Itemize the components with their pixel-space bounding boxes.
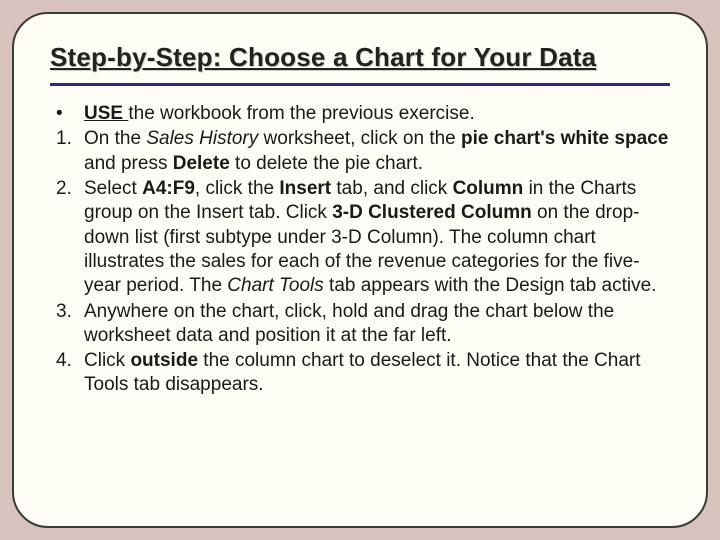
bullet-marker: • [50, 102, 84, 126]
step-fragment: Delete [173, 153, 230, 174]
step-text: On the Sales History worksheet, click on… [84, 127, 670, 176]
step-fragment: A4:F9 [142, 178, 195, 199]
step-text: Click outside the column chart to desele… [84, 349, 670, 398]
step-fragment: Select [84, 178, 142, 199]
step-fragment: tab, and click [331, 178, 452, 199]
bullet-text: USE the workbook from the previous exerc… [84, 102, 670, 126]
step-marker: 1. [50, 127, 84, 151]
numbered-steps: 1.On the Sales History worksheet, click … [50, 127, 670, 397]
step-fragment: tab appears with the Design tab active. [324, 275, 657, 296]
bullet-bold: USE [84, 103, 128, 124]
bullet-rest: the workbook from the previous exercise. [128, 103, 474, 124]
step-item: 3.Anywhere on the chart, click, hold and… [50, 300, 670, 349]
slide-card: Step-by-Step: Choose a Chart for Your Da… [12, 12, 708, 528]
step-fragment: worksheet, click on the [258, 128, 461, 149]
slide-body: • USE the workbook from the previous exe… [50, 102, 670, 398]
step-fragment: , click the [195, 178, 279, 199]
step-fragment: to delete the pie chart. [230, 153, 423, 174]
step-item: 4.Click outside the column chart to dese… [50, 349, 670, 398]
slide-title: Step-by-Step: Choose a Chart for Your Da… [50, 42, 670, 73]
step-fragment: On the [84, 128, 146, 149]
step-fragment: and press [84, 153, 173, 174]
step-fragment: Column [453, 178, 524, 199]
step-marker: 4. [50, 349, 84, 373]
step-marker: 2. [50, 177, 84, 201]
step-fragment: outside [130, 350, 198, 371]
bullet-list: • USE the workbook from the previous exe… [50, 102, 670, 126]
bullet-item: • USE the workbook from the previous exe… [50, 102, 670, 126]
step-item: 2.Select A4:F9, click the Insert tab, an… [50, 177, 670, 299]
step-fragment: Insert [279, 178, 331, 199]
step-marker: 3. [50, 300, 84, 324]
step-text: Anywhere on the chart, click, hold and d… [84, 300, 670, 349]
step-fragment: pie chart's white space [461, 128, 668, 149]
step-text: Select A4:F9, click the Insert tab, and … [84, 177, 670, 299]
step-fragment: Chart Tools [227, 275, 323, 296]
title-divider [50, 83, 670, 86]
step-fragment: 3-D Clustered Column [332, 202, 532, 223]
step-fragment: Click [84, 350, 130, 371]
step-fragment: Sales History [146, 128, 258, 149]
step-fragment: Anywhere on the chart, click, hold and d… [84, 301, 614, 346]
step-item: 1.On the Sales History worksheet, click … [50, 127, 670, 176]
